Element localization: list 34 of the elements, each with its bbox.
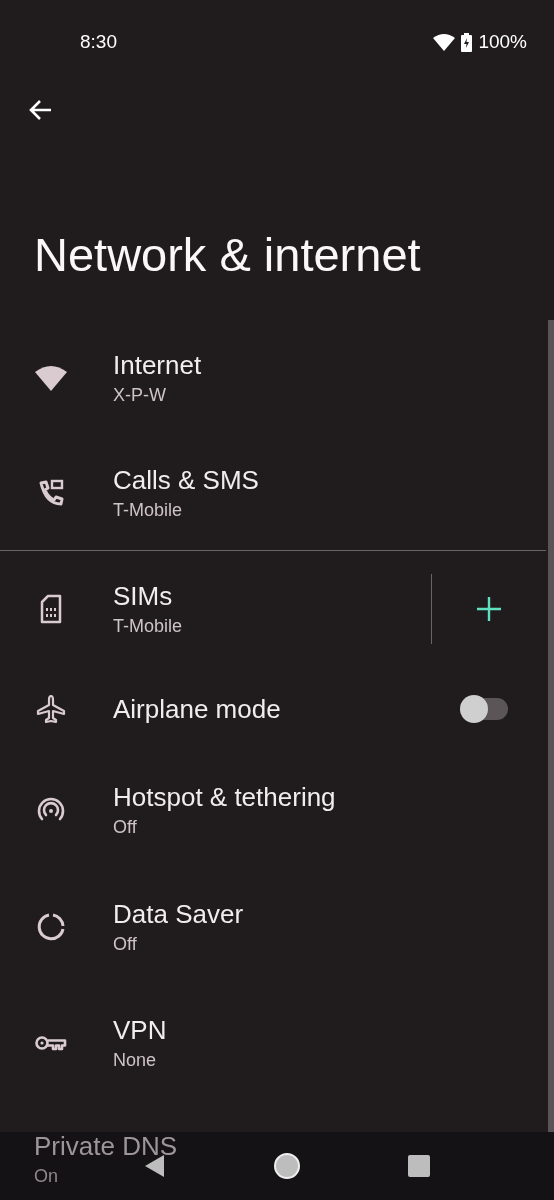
wifi-icon <box>433 33 456 51</box>
setting-title[interactable]: Airplane mode <box>113 692 281 726</box>
battery-charging-icon <box>461 32 473 52</box>
setting-summary: On <box>34 1165 58 1188</box>
page-title: Network & internet <box>34 226 421 283</box>
setting-summary: T-Mobile <box>113 499 183 522</box>
data-saver-icon <box>35 912 66 942</box>
recents-square-icon <box>408 1155 431 1177</box>
wifi-icon <box>33 365 68 391</box>
recents-nav-button[interactable] <box>408 1155 431 1177</box>
plus-icon <box>477 597 501 621</box>
setting-summary: Off <box>113 816 137 839</box>
setting-summary: Off <box>113 933 137 956</box>
phone-message-icon <box>37 479 64 507</box>
airplane-icon <box>35 694 66 724</box>
setting-title[interactable]: Private DNS <box>34 1129 178 1163</box>
setting-title[interactable]: VPN <box>113 1013 167 1047</box>
setting-summary: None <box>113 1049 157 1072</box>
sim-card-icon <box>38 594 63 624</box>
setting-title[interactable]: SIMs <box>113 579 173 613</box>
setting-title[interactable]: Hotspot & tethering <box>113 780 336 814</box>
hotspot-icon <box>35 797 66 823</box>
back-nav-button[interactable] <box>143 1154 166 1178</box>
toggle-switch[interactable] <box>462 698 508 720</box>
setting-summary: X-P-W <box>113 384 166 407</box>
key-icon <box>34 1034 67 1052</box>
setting-title[interactable]: Internet <box>113 348 202 382</box>
setting-title[interactable]: Calls & SMS <box>113 463 259 497</box>
status-time: 8:30 <box>80 29 117 54</box>
setting-title[interactable]: Data Saver <box>113 897 244 931</box>
setting-summary: T-Mobile <box>113 615 183 638</box>
back-arrow-icon <box>28 99 52 121</box>
back-triangle-icon <box>143 1154 166 1178</box>
battery-level: 100% <box>478 29 527 54</box>
